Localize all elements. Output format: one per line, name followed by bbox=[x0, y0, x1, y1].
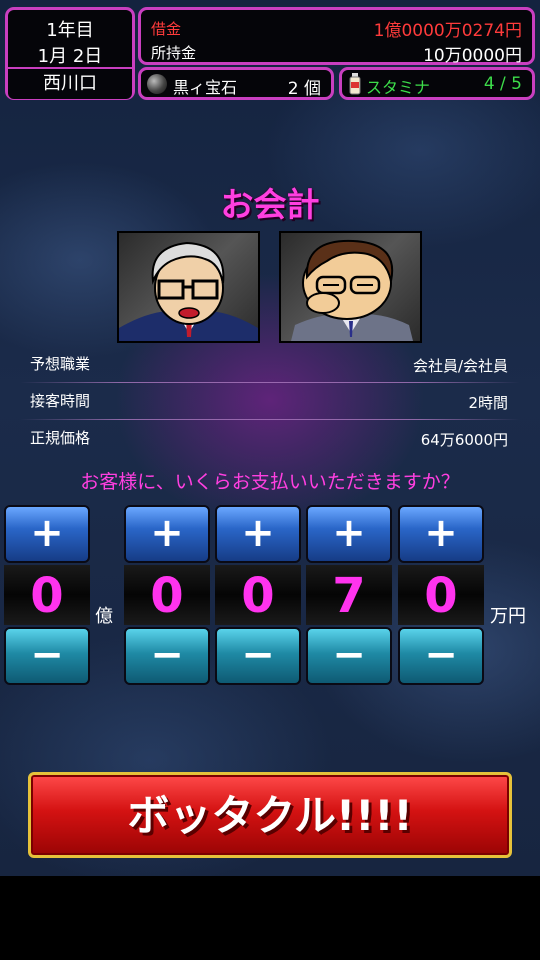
year-text: 1年目 bbox=[46, 20, 94, 41]
debt-label: 借金 bbox=[151, 20, 182, 38]
man-digit-column-1: + 0 − bbox=[124, 505, 210, 685]
oku-minus-button[interactable]: − bbox=[4, 627, 90, 685]
digit-4-minus-button[interactable]: − bbox=[398, 627, 484, 685]
digit-1: 0 bbox=[124, 565, 210, 625]
money-panel: 借金 1億0000万0274円 所持金 10万0000円 bbox=[138, 7, 535, 66]
man-digit-column-3: + 7 − bbox=[306, 505, 392, 685]
payment-question: お客様に、いくらお支払いいただきますか？ bbox=[80, 471, 460, 493]
oku-digit: 0 bbox=[4, 565, 90, 625]
digit-2: 0 bbox=[215, 565, 301, 625]
black-gem-icon bbox=[147, 74, 167, 94]
time-label: 接客時間 bbox=[30, 392, 91, 410]
date-text: 1月 2日 bbox=[37, 46, 103, 67]
digit-1-plus-button[interactable]: + bbox=[124, 505, 210, 563]
digit-3: 7 bbox=[306, 565, 392, 625]
debt-value: 1億0000万0274円 bbox=[373, 21, 522, 41]
page-title: お会計 bbox=[220, 185, 320, 224]
gem-label: 黒ィ宝石 bbox=[173, 78, 238, 97]
job-label: 予想職業 bbox=[30, 355, 91, 373]
money-value: 10万0000円 bbox=[423, 46, 522, 66]
info-divider bbox=[20, 382, 520, 383]
stamina-drink-icon bbox=[349, 73, 361, 95]
digit-1-minus-button[interactable]: − bbox=[124, 627, 210, 685]
game-screen: 1年目 1月 2日 西川口 借金 1億0000万0274円 所持金 10万000… bbox=[0, 0, 540, 876]
customer-portrait-elder bbox=[117, 231, 260, 343]
oku-digit-column: + 0 − bbox=[4, 505, 90, 685]
date-panel: 1年目 1月 2日 西川口 bbox=[5, 7, 135, 100]
price-label: 正規価格 bbox=[30, 429, 91, 447]
money-label: 所持金 bbox=[151, 44, 197, 62]
gem-counter[interactable]: 黒ィ宝石 2 個 bbox=[138, 67, 334, 100]
digit-4: 0 bbox=[398, 565, 484, 625]
info-divider bbox=[20, 419, 520, 420]
digit-4-plus-button[interactable]: + bbox=[398, 505, 484, 563]
bottakuru-button[interactable]: ボッタクル!!!! bbox=[28, 772, 512, 858]
location-label: 西川口 bbox=[8, 67, 132, 99]
man-digit-column-4: + 0 − bbox=[398, 505, 484, 685]
digit-3-minus-button[interactable]: − bbox=[306, 627, 392, 685]
man-yen-unit-label: 万円 bbox=[490, 606, 526, 627]
stamina-label: スタミナ bbox=[366, 78, 431, 97]
digit-3-plus-button[interactable]: + bbox=[306, 505, 392, 563]
oku-plus-button[interactable]: + bbox=[4, 505, 90, 563]
gem-value: 2 個 bbox=[287, 79, 321, 99]
time-value: 2時間 bbox=[468, 394, 508, 412]
digit-2-minus-button[interactable]: − bbox=[215, 627, 301, 685]
man-digit-column-2: + 0 − bbox=[215, 505, 301, 685]
price-value: 64万6000円 bbox=[420, 431, 508, 449]
stamina-value: 4 / 5 bbox=[483, 74, 522, 94]
job-value: 会社員/会社員 bbox=[412, 357, 508, 375]
stamina-counter[interactable]: スタミナ 4 / 5 bbox=[339, 67, 535, 100]
customer-portrait-salaryman bbox=[279, 231, 422, 343]
digit-2-plus-button[interactable]: + bbox=[215, 505, 301, 563]
oku-unit-label: 億 bbox=[95, 606, 113, 627]
